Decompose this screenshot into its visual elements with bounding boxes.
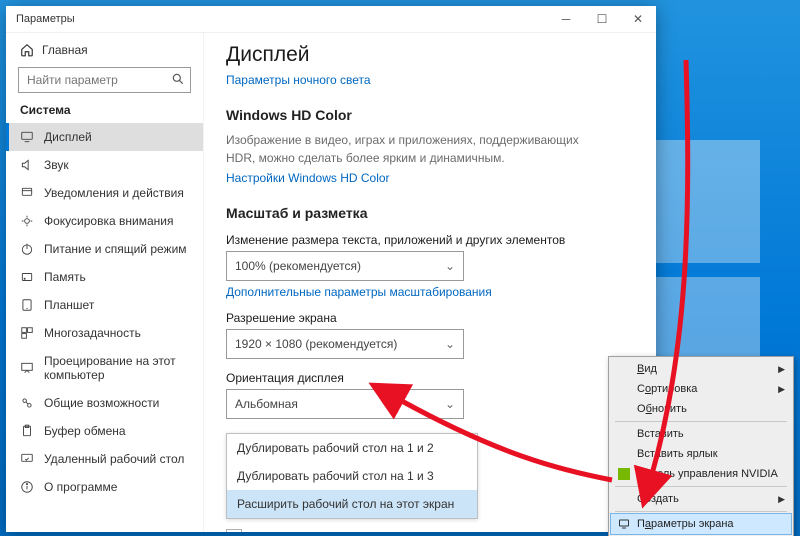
search-box[interactable] [18,67,191,93]
sidebar-item-label: Многозадачность [44,326,141,340]
window-title: Параметры [6,13,75,25]
ctx-paste-shortcut[interactable]: Вставить ярлык [611,444,791,464]
sidebar-item-label: Планшет [44,298,94,312]
ctx-separator [615,421,787,422]
power-icon [20,242,34,256]
make-main-label: Сделать основным дисплеем [248,530,412,532]
shared-icon [20,396,34,410]
sidebar-item-projecting[interactable]: Проецирование на этот компьютер [6,347,203,389]
ctx-separator [615,486,787,487]
scale-heading: Масштаб и разметка [226,205,634,221]
sidebar-item-sound[interactable]: Звук [6,151,203,179]
orientation-label: Ориентация дисплея [226,371,634,385]
settings-window: Параметры ─ ☐ ✕ Главная Система [6,6,656,532]
sidebar-item-clipboard[interactable]: Буфер обмена [6,417,203,445]
ctx-view[interactable]: Вид▶ [611,359,791,379]
ctx-nvidia[interactable]: Панель управления NVIDIA [611,464,791,484]
orientation-combo[interactable]: Альбомная ⌄ [226,389,464,419]
sidebar-item-label: Удаленный рабочий стол [44,452,184,466]
flyout-option-duplicate-13[interactable]: Дублировать рабочий стол на 1 и 3 [227,462,477,490]
resolution-combo[interactable]: 1920 × 1080 (рекомендуется) ⌄ [226,329,464,359]
scale-value: 100% (рекомендуется) [235,259,361,273]
desktop[interactable]: Параметры ─ ☐ ✕ Главная Система [0,0,800,536]
chevron-down-icon: ⌄ [445,259,455,273]
hd-link[interactable]: Настройки Windows HD Color [226,171,390,185]
ctx-paste[interactable]: Вставить [611,424,791,444]
titlebar: Параметры ─ ☐ ✕ [6,6,656,33]
sidebar-item-label: Буфер обмена [44,424,126,438]
hd-heading: Windows HD Color [226,107,634,123]
nightlight-link[interactable]: Параметры ночного света [226,73,371,87]
minimize-button[interactable]: ─ [548,6,584,32]
sidebar-item-label: Память [44,270,86,284]
maximize-button[interactable]: ☐ [584,6,620,32]
search-icon [171,72,185,89]
ctx-refresh[interactable]: Обновить [611,399,791,419]
hd-description: Изображение в видео, играх и приложениях… [226,131,606,167]
scale-combo[interactable]: 100% (рекомендуется) ⌄ [226,251,464,281]
sidebar-item-label: О программе [44,480,117,494]
sidebar: Главная Система Дисплей Звук Уведомления и… [6,33,204,532]
notifications-icon [20,186,34,200]
nav-list: Дисплей Звук Уведомления и действия Фокусир… [6,123,203,532]
sidebar-item-label: Питание и спящий режим [44,242,187,256]
ctx-create[interactable]: Создать▶ [611,489,791,509]
home-button[interactable]: Главная [6,37,203,61]
flyout-option-extend[interactable]: Расширить рабочий стол на этот экран [227,490,477,518]
scale-advanced-link[interactable]: Дополнительные параметры масштабирования [226,285,492,299]
home-icon [20,43,34,57]
multitask-icon [20,326,34,340]
sidebar-item-about[interactable]: О программе [6,473,203,501]
resolution-value: 1920 × 1080 (рекомендуется) [235,337,397,351]
sidebar-item-label: Общие возможности [44,396,159,410]
sidebar-item-notifications[interactable]: Уведомления и действия [6,179,203,207]
scale-label: Изменение размера текста, приложений и д… [226,233,634,247]
search-input[interactable] [18,67,191,93]
remote-icon [20,452,34,466]
ctx-separator [615,511,787,512]
resolution-label: Разрешение экрана [226,311,634,325]
sidebar-item-label: Фокусировка внимания [44,214,173,228]
clipboard-icon [20,424,34,438]
sound-icon [20,158,34,172]
page-title: Дисплей [226,43,634,67]
about-icon [20,480,34,494]
ctx-sort[interactable]: Сортировка▶ [611,379,791,399]
tablet-icon [20,298,34,312]
storage-icon [20,270,34,284]
sidebar-item-label: Дисплей [44,130,92,144]
nvidia-icon [617,467,631,481]
sidebar-item-power[interactable]: Питание и спящий режим [6,235,203,263]
home-label: Главная [42,43,88,57]
ctx-display-settings[interactable]: Параметры экрана [611,514,791,534]
make-main-checkbox: ✓ Сделать основным дисплеем [226,529,634,532]
projecting-icon [20,361,34,375]
orientation-value: Альбомная [235,397,298,411]
sidebar-item-shared[interactable]: Общие возможности [6,389,203,417]
sidebar-item-label: Проецирование на этот компьютер [44,354,189,382]
chevron-down-icon: ⌄ [445,337,455,351]
main-pane: Дисплей Параметры ночного света Windows … [204,33,656,532]
close-button[interactable]: ✕ [620,6,656,32]
sidebar-item-label: Звук [44,158,69,172]
flyout-option-duplicate-12[interactable]: Дублировать рабочий стол на 1 и 2 [227,434,477,462]
display-icon [20,130,34,144]
checkbox-icon: ✓ [226,529,242,532]
sidebar-item-focus[interactable]: Фокусировка внимания [6,207,203,235]
chevron-down-icon: ⌄ [445,397,455,411]
section-label: Система [6,103,203,123]
display-icon [617,517,631,531]
sidebar-item-tablet[interactable]: Планшет [6,291,203,319]
sidebar-item-storage[interactable]: Память [6,263,203,291]
multi-display-flyout: Дублировать рабочий стол на 1 и 2 Дублир… [226,433,478,519]
sidebar-item-multitask[interactable]: Многозадачность [6,319,203,347]
desktop-context-menu: Вид▶ Сортировка▶ Обновить Вставить Встав… [608,356,794,536]
focus-icon [20,214,34,228]
sidebar-item-remote[interactable]: Удаленный рабочий стол [6,445,203,473]
sidebar-item-label: Уведомления и действия [44,186,184,200]
sidebar-item-display[interactable]: Дисплей [6,123,203,151]
